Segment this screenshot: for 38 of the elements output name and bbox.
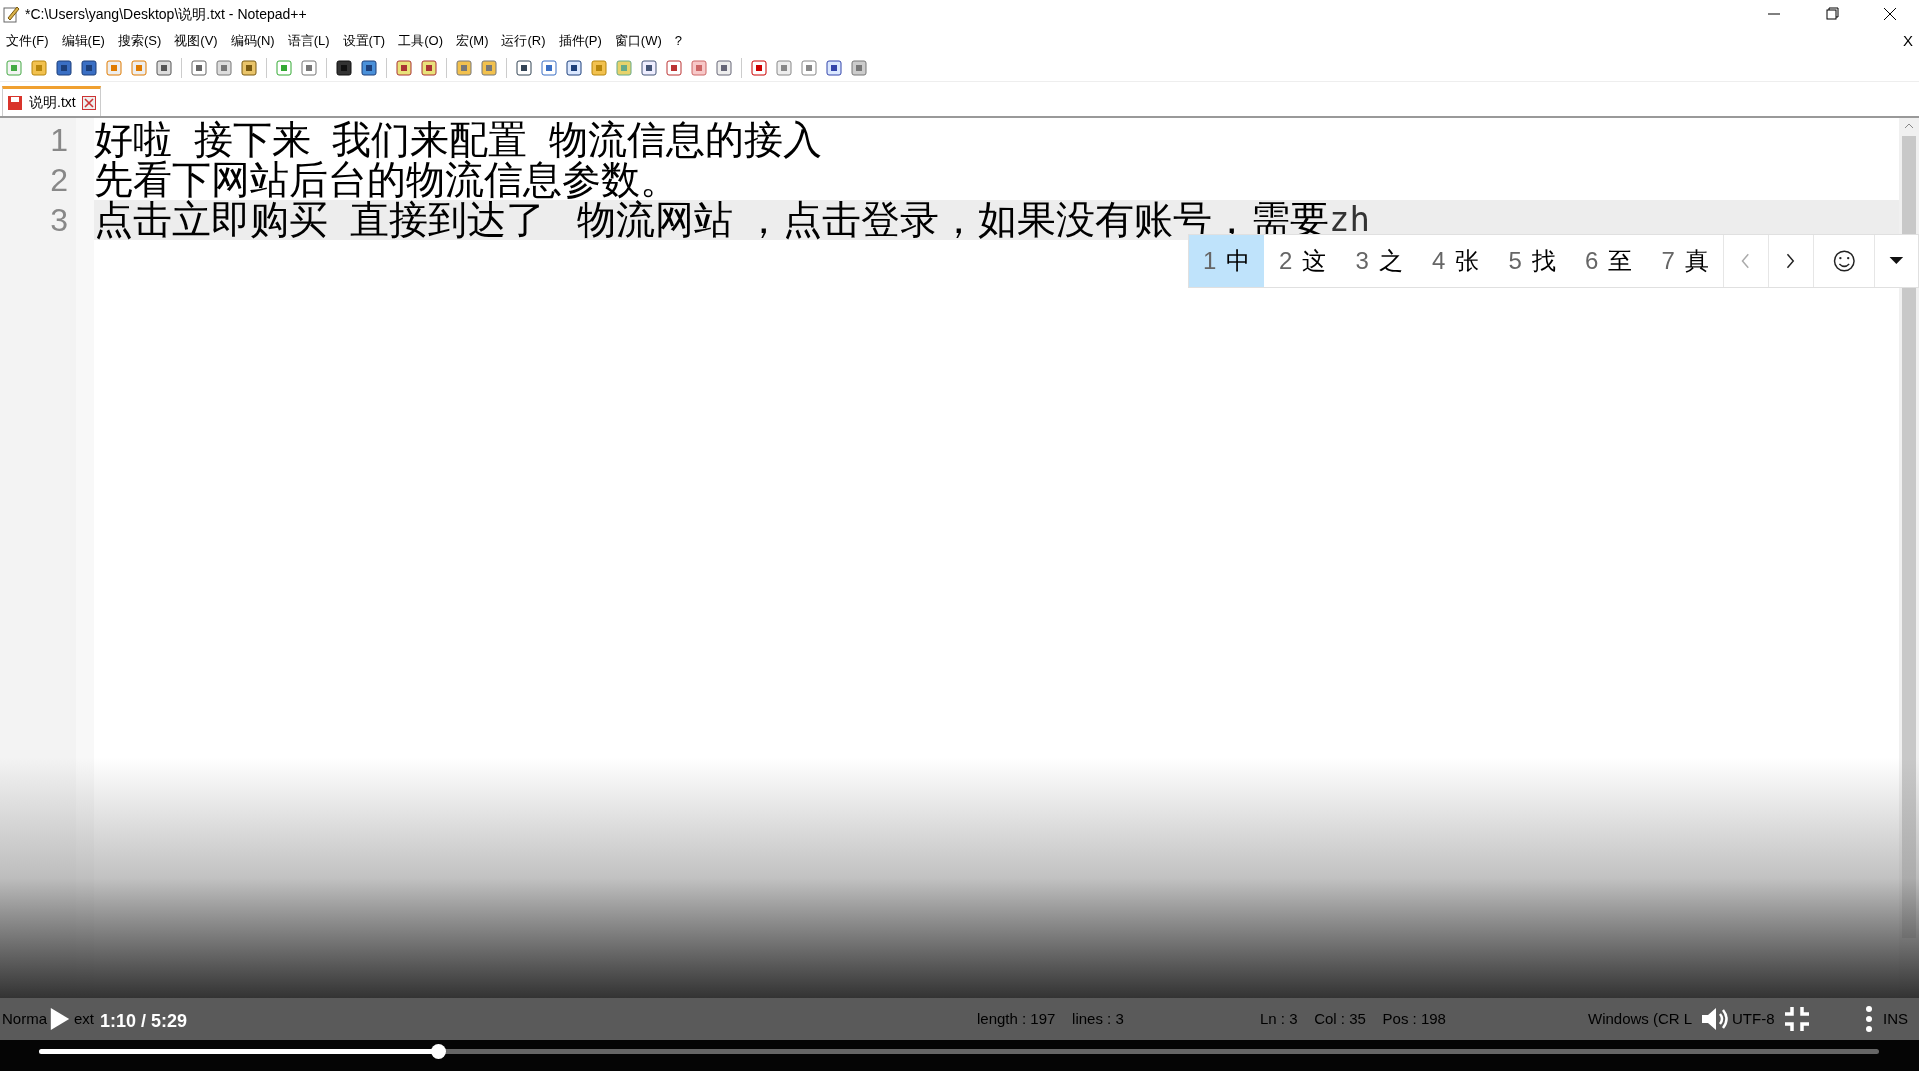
line-number: 3 [50,201,68,240]
menu-item[interactable]: 设置(T) [342,31,386,51]
progress-track[interactable] [39,1049,1879,1054]
status-text: INS [1883,1010,1908,1028]
file-tab[interactable]: 说明.txt [2,86,101,116]
code-line: 好啦 接下来 我们来配置 物流信息的接入 [94,120,822,160]
candidate-item[interactable]: 7 真 [1646,235,1724,287]
window-title: *C:\Users\yang\Desktop\说明.txt - Notepad++ [25,4,307,24]
candidate-item[interactable]: 1 中 [1189,235,1265,287]
code-line: 先看下网站后台的物流信息参数。 [94,160,679,200]
progress-handle[interactable] [431,1044,447,1059]
menu-item[interactable]: 工具(O) [398,31,443,51]
menu-item[interactable]: ? [674,31,683,51]
status-text: ext [74,1010,94,1028]
menu-item[interactable]: 插件(P) [558,31,602,51]
status-text: Windows (CR L [1588,1010,1693,1028]
menu-item[interactable]: 编码(N) [230,31,275,51]
menu-item[interactable]: 运行(R) [501,31,546,51]
candidate-item[interactable]: 6 至 [1570,235,1647,287]
status-text: UTF-8 [1732,1010,1775,1028]
scroll-thumb[interactable] [1902,136,1916,938]
menu-item[interactable]: 搜索(S) [117,31,162,51]
candidate-item[interactable]: 5 找 [1493,235,1571,287]
menu-item[interactable]: 语言(L) [287,31,330,51]
status-text: length : 197 lines : 3 [977,1010,1124,1028]
menu-item[interactable]: 文件(F) [6,31,49,51]
line-number: 1 [50,121,68,160]
candidate-item[interactable]: 4 张 [1417,235,1494,287]
playback-time: 1:10 / 5:29 [100,1010,188,1033]
menu-item[interactable]: 宏(M) [455,31,489,51]
close-document-button[interactable]: X [1903,29,1913,53]
menu-item[interactable]: 视图(V) [174,31,218,51]
line-number: 2 [50,161,68,200]
status-text: Ln : 3 Col : 35 Pos : 198 [1260,1010,1446,1028]
menu-item[interactable]: 编辑(E) [61,31,105,51]
status-text: Norma [2,1010,47,1028]
menu-item[interactable]: 窗口(W) [614,31,662,51]
close-icon[interactable] [81,95,96,110]
